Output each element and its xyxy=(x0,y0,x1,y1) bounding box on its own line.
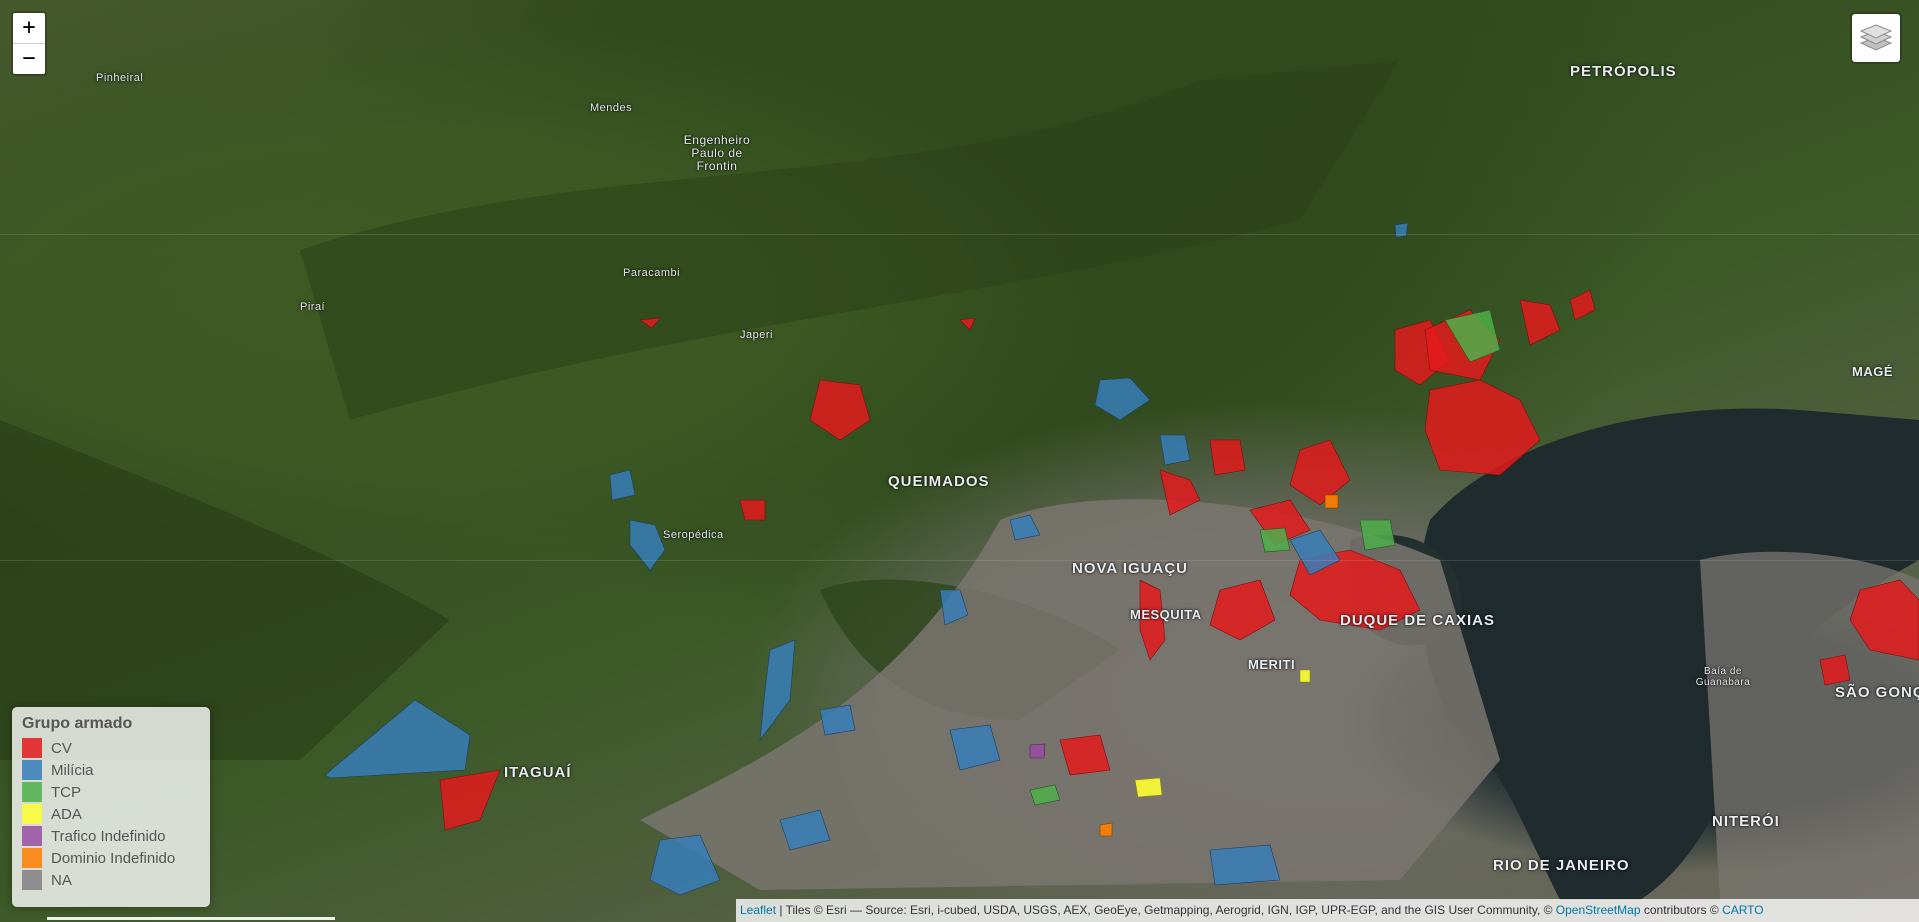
attribution-text: contributors © xyxy=(1640,903,1723,917)
place-label: Paracambi xyxy=(623,267,681,279)
leaflet-link[interactable]: Leaflet xyxy=(740,903,776,917)
legend-label: ADA xyxy=(51,805,82,823)
layers-control-button[interactable] xyxy=(1850,12,1902,64)
legend-label: Dominio Indefinido xyxy=(51,849,176,867)
zoom-out-button[interactable]: − xyxy=(13,43,45,74)
place-label: Piraí xyxy=(300,301,326,313)
legend-item: CV xyxy=(22,737,200,759)
place-label: Seropédica xyxy=(663,529,724,541)
legend-item: ADA xyxy=(22,803,200,825)
legend-item: Trafico Indefinido xyxy=(22,825,200,847)
legend-item: Milícia xyxy=(22,759,200,781)
place-label: ITAGUAÍ xyxy=(504,764,572,781)
map-attribution: Leaflet | Tiles © Esri — Source: Esri, i… xyxy=(736,899,1919,922)
osm-link[interactable]: OpenStreetMap xyxy=(1556,903,1641,917)
legend-label: TCP xyxy=(51,783,81,801)
legend-swatch xyxy=(22,826,42,846)
zoom-control: + − xyxy=(11,11,47,76)
place-label: Engenheiro Paulo de Frontin xyxy=(683,133,751,173)
place-label: Mendes xyxy=(590,102,633,114)
legend-title: Grupo armado xyxy=(22,715,133,732)
place-label: Japeri xyxy=(740,329,773,341)
legend-swatch xyxy=(22,848,42,868)
place-label: MERITI xyxy=(1248,657,1296,672)
place-label: MESQUITA xyxy=(1130,607,1202,622)
scale-bar xyxy=(47,917,335,920)
place-label: NITERÓI xyxy=(1712,813,1780,830)
legend-item: Dominio Indefinido xyxy=(22,847,200,869)
place-label: MAGÉ xyxy=(1852,364,1893,379)
place-label: NOVA IGUAÇU xyxy=(1072,560,1188,577)
place-label: Pinheiral xyxy=(96,72,144,84)
legend-swatch xyxy=(22,760,42,780)
map-canvas[interactable]: Pinheiral Mendes Engenheiro Paulo de Fro… xyxy=(0,0,1919,922)
place-label: Baía de Guanabara xyxy=(1695,666,1751,688)
legend-label: NA xyxy=(51,871,72,889)
map-legend: Grupo armado CV Milícia TCP ADA Trafico Inde… xyxy=(12,707,210,907)
place-label: QUEIMADOS xyxy=(888,473,990,490)
legend-label: Milícia xyxy=(51,761,94,779)
legend-label: CV xyxy=(51,739,72,757)
legend-item: TCP xyxy=(22,781,200,803)
place-label: DUQUE DE CAXIAS xyxy=(1340,612,1496,629)
legend-item: NA xyxy=(22,869,200,891)
place-label: PETRÓPOLIS xyxy=(1570,63,1677,80)
satellite-basemap xyxy=(0,60,1919,900)
legend-swatch xyxy=(22,804,42,824)
carto-link[interactable]: CARTO xyxy=(1722,903,1764,917)
legend-swatch xyxy=(22,870,42,890)
legend-label: Trafico Indefinido xyxy=(51,827,166,845)
place-label: RIO DE JANEIRO xyxy=(1493,857,1630,874)
layers-icon xyxy=(1859,24,1893,51)
place-label: SÃO GONÇALO xyxy=(1835,684,1919,701)
legend-swatch xyxy=(22,782,42,802)
attribution-text: | Tiles © Esri — Source: Esri, i-cubed, … xyxy=(776,903,1556,917)
zoom-in-button[interactable]: + xyxy=(13,13,45,43)
legend-swatch xyxy=(22,738,42,758)
